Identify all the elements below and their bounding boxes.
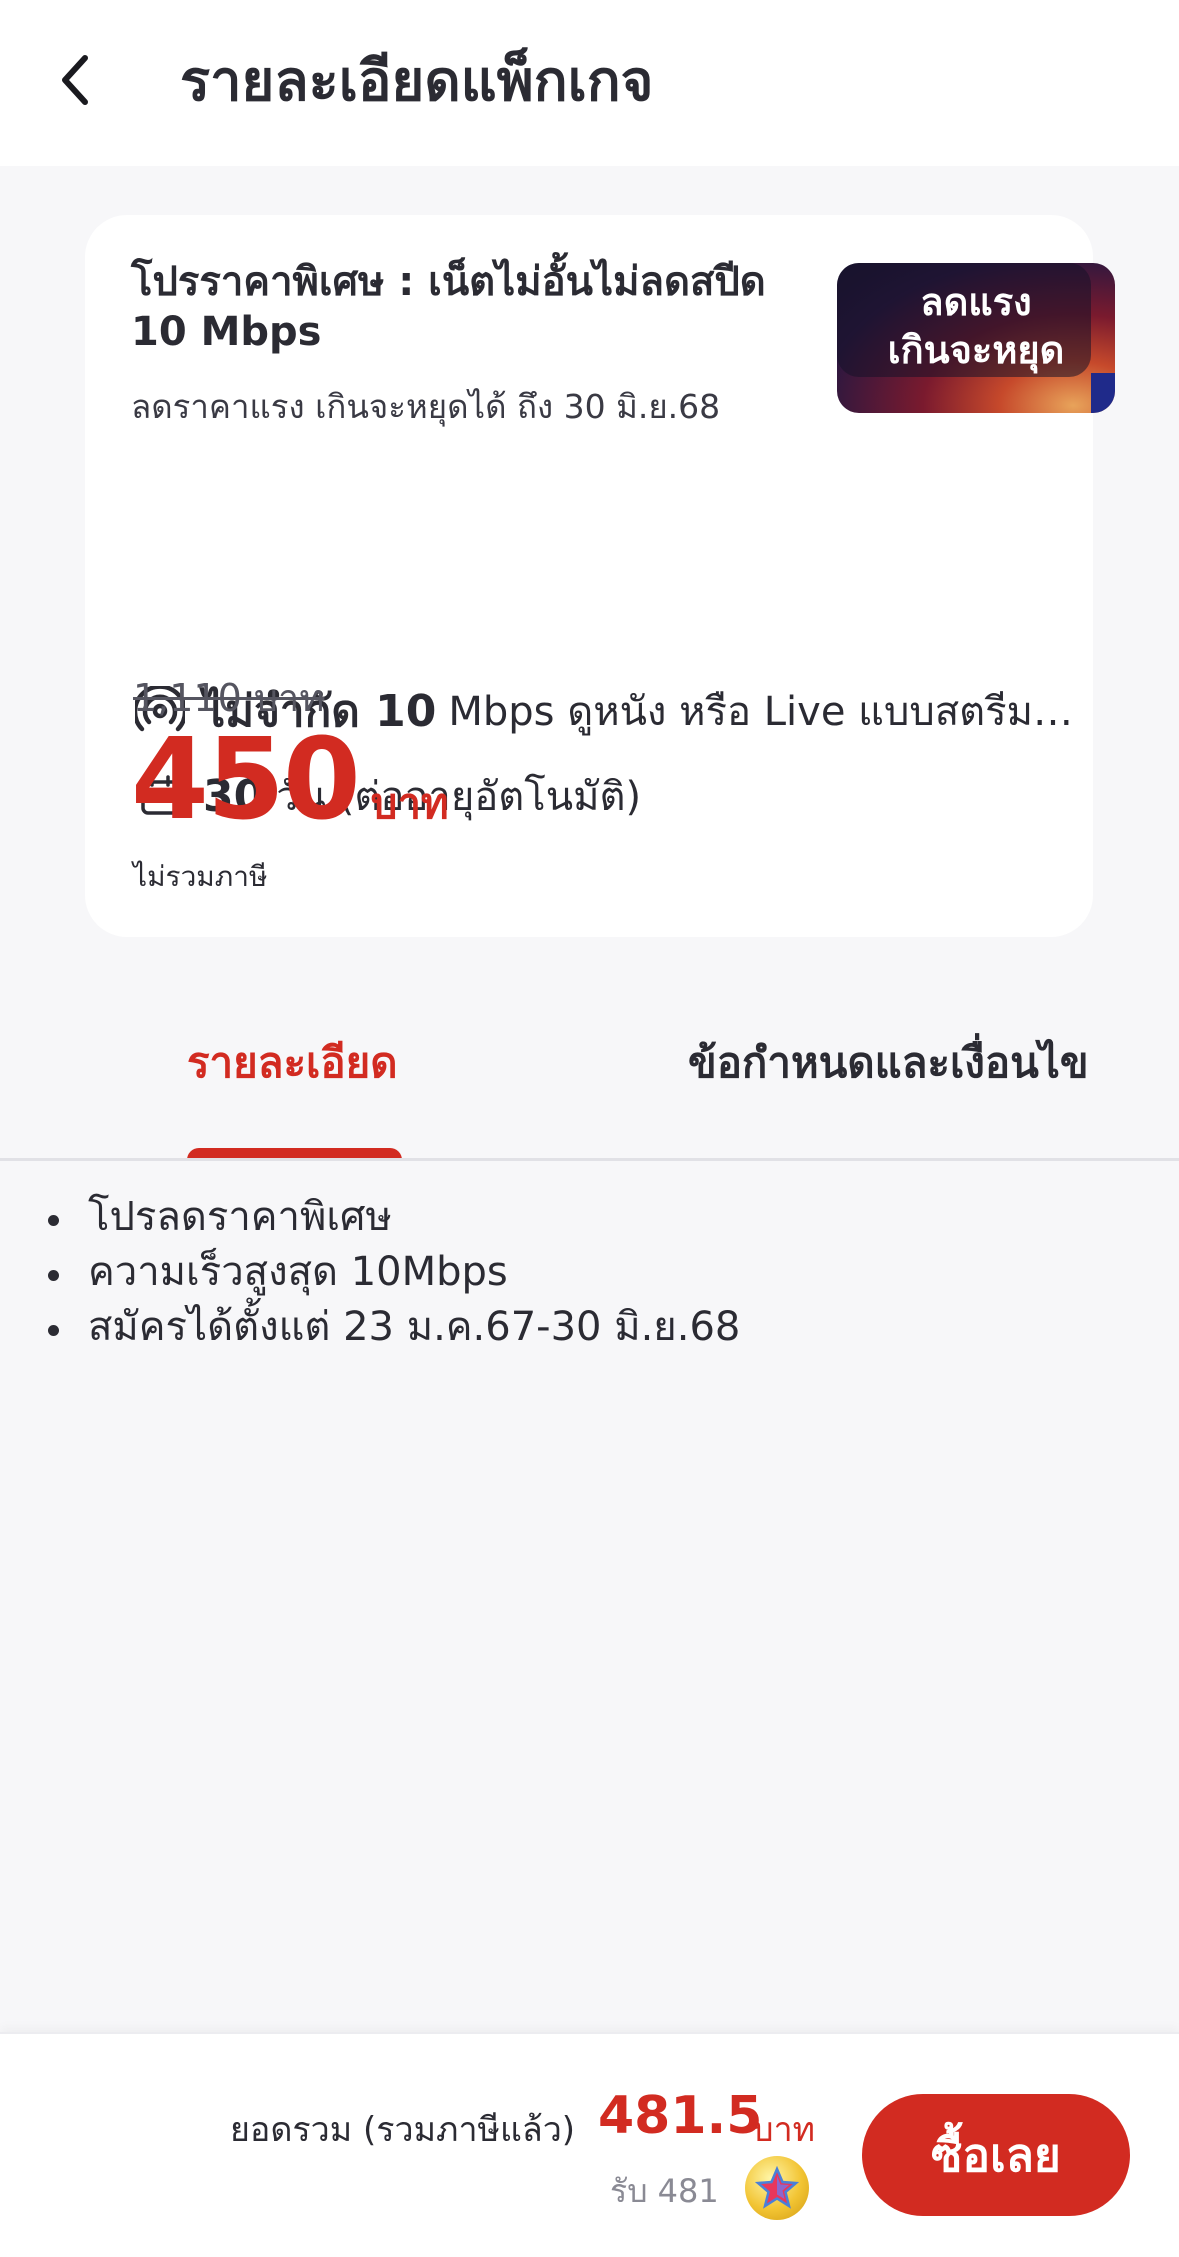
promo-badge-line2: เกินจะหยุด [887,328,1065,372]
details-item: ความเร็วสูงสุด 10Mbps [45,1245,740,1300]
details-list: โปรลดราคาพิเศษ ความเร็วสูงสุด 10Mbps สมั… [45,1190,740,1355]
total-value: 481.5 [598,2086,763,2146]
price-unit: บาท [370,779,449,828]
feature-speed-text: Mbps ดูหนัง หรือ Live แบบสตรีมมิ่ง [448,689,1079,735]
price-value: 450 [131,715,361,845]
reward-points: รับ 481 [610,2172,719,2210]
back-button[interactable] [40,40,110,120]
buy-now-button[interactable]: ซื้อเลย [862,2094,1130,2216]
tab-terms[interactable]: ข้อกำหนดและเงื่อนไข [688,1030,1089,1096]
tab-details[interactable]: รายละเอียด [187,1030,398,1096]
tab-bar: รายละเอียด ข้อกำหนดและเงื่อนไข [0,990,1179,1161]
total-label: ยอดรวม (รวมภาษีแล้ว) [230,2110,576,2150]
tab-divider [0,1158,1179,1161]
star-coin-icon [745,2156,809,2220]
details-item: โปรลดราคาพิเศษ [45,1190,740,1245]
chevron-left-icon [62,55,88,105]
package-subtitle: ลดราคาแรง เกินจะหยุดได้ ถึง 30 มิ.ย.68 [131,387,721,426]
promo-badge: ลดแรง เกินจะหยุด [837,263,1115,413]
package-card: โปรราคาพิเศษ : เน็ตไม่อั้นไม่ลดสปีด 10 M… [85,215,1115,937]
tax-note: ไม่รวมภาษี [133,860,268,893]
details-item: สมัครได้ตั้งแต่ 23 ม.ค.67-30 มิ.ย.68 [45,1300,740,1355]
page-title: รายละเอียดแพ็กเกจ [180,49,654,114]
app-header: รายละเอียดแพ็กเกจ [0,0,1179,166]
total-unit: บาท [752,2110,816,2150]
price-row: 450 บาท [131,715,449,845]
package-name: โปรราคาพิเศษ : เน็ตไม่อั้นไม่ลดสปีด 10 M… [131,259,766,355]
checkout-footer: ยอดรวม (รวมภาษีแล้ว) 481.5 บาท รับ 481 ซ… [0,2032,1179,2257]
